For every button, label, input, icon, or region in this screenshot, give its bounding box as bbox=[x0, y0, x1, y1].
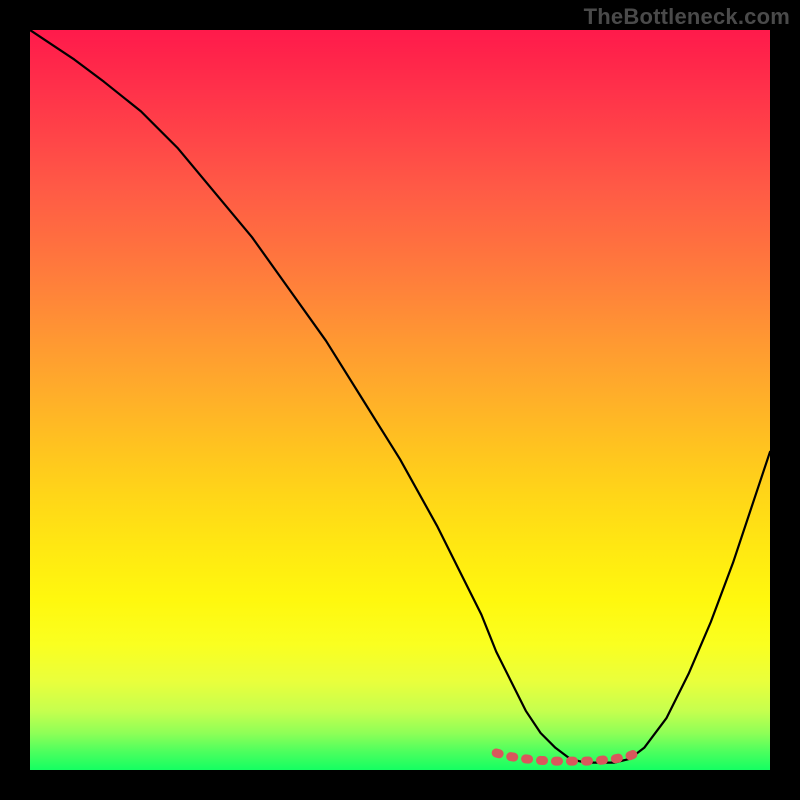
curve-layer bbox=[30, 30, 770, 770]
watermark-label: TheBottleneck.com bbox=[584, 4, 790, 30]
chart-frame: TheBottleneck.com bbox=[0, 0, 800, 800]
bottleneck-curve bbox=[30, 30, 770, 763]
plot-area bbox=[30, 30, 770, 770]
